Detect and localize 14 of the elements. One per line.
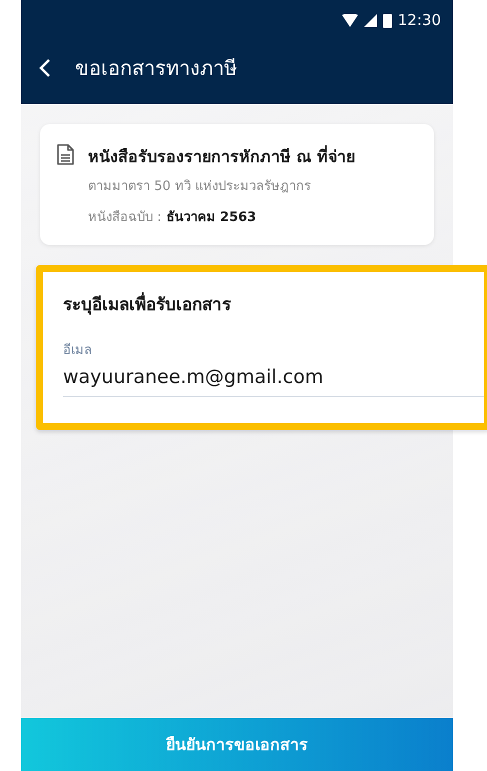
document-icon <box>56 144 74 166</box>
issue-value: ธันวาคม 2563 <box>166 209 256 227</box>
email-heading: ระบุอีเมลเพื่อรับเอกสาร <box>63 290 484 317</box>
issue-label: หนังสือฉบับ : <box>88 209 162 227</box>
document-subtitle: ตามมาตรา 50 ทวิ แห่งประมวลรัษฎากร <box>88 178 312 196</box>
signal-icon <box>364 14 377 26</box>
back-button[interactable] <box>39 58 51 78</box>
document-title: หนังสือรับรองรายการหักภาษี ณ ที่จ่าย <box>88 144 356 168</box>
email-field[interactable]: wayuuranee.m@gmail.com <box>63 366 484 397</box>
email-label: อีเมล <box>63 342 93 360</box>
screen-title: ขอเอกสารทางภาษี <box>75 55 237 82</box>
status-time: 12:30 <box>398 11 441 29</box>
battery-icon <box>382 12 392 28</box>
wifi-icon <box>342 14 358 26</box>
